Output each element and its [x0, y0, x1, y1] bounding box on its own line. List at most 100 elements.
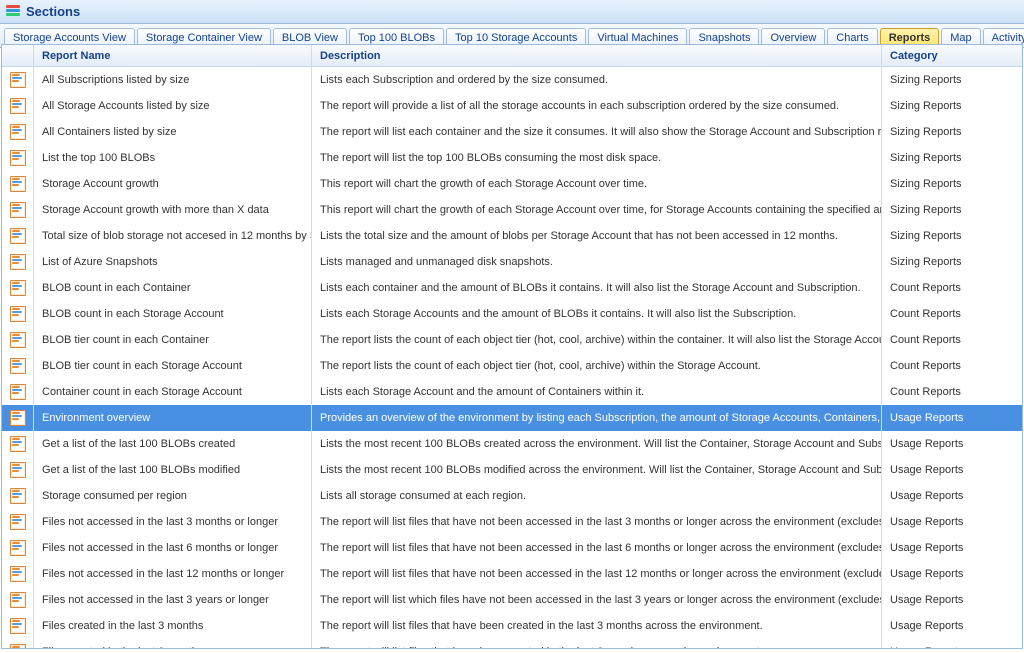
- table-row[interactable]: All Containers listed by sizeThe report …: [2, 119, 1022, 145]
- app-icon: [6, 5, 20, 19]
- table-row[interactable]: Storage consumed per regionLists all sto…: [2, 483, 1022, 509]
- table-row[interactable]: Files created in the last 6 monthsThe re…: [2, 639, 1022, 648]
- cell-category: Sizing Reports: [882, 249, 1022, 275]
- table-row[interactable]: All Storage Accounts listed by sizeThe r…: [2, 93, 1022, 119]
- cell-category: Usage Reports: [882, 483, 1022, 509]
- cell-report-name: BLOB tier count in each Storage Account: [34, 353, 312, 379]
- table-row[interactable]: BLOB count in each ContainerLists each c…: [2, 275, 1022, 301]
- cell-description: The report will list the top 100 BLOBs c…: [312, 145, 882, 171]
- cell-category: Usage Reports: [882, 587, 1022, 613]
- cell-category: Usage Reports: [882, 405, 1022, 431]
- cell-description: Lists each Storage Accounts and the amou…: [312, 301, 882, 327]
- table-row[interactable]: Environment overviewProvides an overview…: [2, 405, 1022, 431]
- cell-description: Lists each Subscription and ordered by t…: [312, 67, 882, 93]
- report-icon: [2, 145, 34, 171]
- cell-category: Usage Reports: [882, 613, 1022, 639]
- table-row[interactable]: All Subscriptions listed by sizeLists ea…: [2, 67, 1022, 93]
- cell-description: The report will list files that have bee…: [312, 639, 882, 648]
- cell-category: Usage Reports: [882, 457, 1022, 483]
- table-row[interactable]: Files not accessed in the last 3 months …: [2, 509, 1022, 535]
- cell-category: Sizing Reports: [882, 93, 1022, 119]
- cell-category: Count Reports: [882, 353, 1022, 379]
- table-row[interactable]: BLOB tier count in each Storage AccountT…: [2, 353, 1022, 379]
- report-icon: [2, 327, 34, 353]
- cell-report-name: Files created in the last 6 months: [34, 639, 312, 648]
- window-title: Sections: [26, 4, 80, 19]
- cell-report-name: Storage Account growth: [34, 171, 312, 197]
- cell-description: This report will chart the growth of eac…: [312, 171, 882, 197]
- table-row[interactable]: Total size of blob storage not accesed i…: [2, 223, 1022, 249]
- grid-header: Report Name Description Category: [2, 45, 1022, 67]
- cell-report-name: Total size of blob storage not accesed i…: [34, 223, 312, 249]
- cell-description: Lists each container and the amount of B…: [312, 275, 882, 301]
- column-header-name[interactable]: Report Name: [34, 45, 312, 66]
- report-icon: [2, 561, 34, 587]
- table-row[interactable]: Files not accessed in the last 6 months …: [2, 535, 1022, 561]
- cell-category: Usage Reports: [882, 639, 1022, 648]
- column-header-description[interactable]: Description: [312, 45, 882, 66]
- cell-category: Sizing Reports: [882, 119, 1022, 145]
- table-row[interactable]: Files not accessed in the last 12 months…: [2, 561, 1022, 587]
- table-row[interactable]: Files created in the last 3 monthsThe re…: [2, 613, 1022, 639]
- report-icon: [2, 275, 34, 301]
- report-icon: [2, 509, 34, 535]
- cell-description: The report will list files that have not…: [312, 535, 882, 561]
- cell-description: The report will list files that have not…: [312, 561, 882, 587]
- table-row[interactable]: Container count in each Storage AccountL…: [2, 379, 1022, 405]
- cell-category: Usage Reports: [882, 509, 1022, 535]
- cell-report-name: BLOB count in each Container: [34, 275, 312, 301]
- report-icon: [2, 639, 34, 648]
- cell-category: Usage Reports: [882, 561, 1022, 587]
- cell-description: The report will provide a list of all th…: [312, 93, 882, 119]
- cell-report-name: Get a list of the last 100 BLOBs created: [34, 431, 312, 457]
- cell-category: Count Reports: [882, 301, 1022, 327]
- table-row[interactable]: Storage Account growth with more than X …: [2, 197, 1022, 223]
- cell-report-name: Get a list of the last 100 BLOBs modifie…: [34, 457, 312, 483]
- table-row[interactable]: List the top 100 BLOBsThe report will li…: [2, 145, 1022, 171]
- report-icon: [2, 93, 34, 119]
- cell-category: Sizing Reports: [882, 67, 1022, 93]
- cell-report-name: Container count in each Storage Account: [34, 379, 312, 405]
- cell-report-name: Files not accessed in the last 3 months …: [34, 509, 312, 535]
- column-header-icon[interactable]: [2, 45, 34, 66]
- cell-description: Lists the total size and the amount of b…: [312, 223, 882, 249]
- table-row[interactable]: Files not accessed in the last 3 years o…: [2, 587, 1022, 613]
- table-row[interactable]: BLOB tier count in each ContainerThe rep…: [2, 327, 1022, 353]
- cell-category: Count Reports: [882, 379, 1022, 405]
- cell-description: The report will list which files have no…: [312, 587, 882, 613]
- cell-report-name: BLOB tier count in each Container: [34, 327, 312, 353]
- cell-report-name: List of Azure Snapshots: [34, 249, 312, 275]
- table-row[interactable]: List of Azure SnapshotsLists managed and…: [2, 249, 1022, 275]
- window-title-bar: Sections: [0, 0, 1024, 24]
- cell-report-name: List the top 100 BLOBs: [34, 145, 312, 171]
- table-row[interactable]: Get a list of the last 100 BLOBs created…: [2, 431, 1022, 457]
- cell-report-name: Environment overview: [34, 405, 312, 431]
- cell-report-name: Files not accessed in the last 12 months…: [34, 561, 312, 587]
- report-icon: [2, 483, 34, 509]
- cell-category: Sizing Reports: [882, 223, 1022, 249]
- cell-description: The report will list files that have not…: [312, 509, 882, 535]
- cell-category: Count Reports: [882, 327, 1022, 353]
- cell-report-name: Files created in the last 3 months: [34, 613, 312, 639]
- report-icon: [2, 197, 34, 223]
- cell-description: The report will list files that have bee…: [312, 613, 882, 639]
- cell-description: Lists managed and unmanaged disk snapsho…: [312, 249, 882, 275]
- cell-description: Lists the most recent 100 BLOBs created …: [312, 431, 882, 457]
- report-icon: [2, 223, 34, 249]
- cell-report-name: All Containers listed by size: [34, 119, 312, 145]
- table-row[interactable]: Storage Account growthThis report will c…: [2, 171, 1022, 197]
- cell-report-name: Storage Account growth with more than X …: [34, 197, 312, 223]
- cell-description: This report will chart the growth of eac…: [312, 197, 882, 223]
- grid-body[interactable]: All Subscriptions listed by sizeLists ea…: [2, 67, 1022, 648]
- report-icon: [2, 249, 34, 275]
- table-row[interactable]: Get a list of the last 100 BLOBs modifie…: [2, 457, 1022, 483]
- table-row[interactable]: BLOB count in each Storage AccountLists …: [2, 301, 1022, 327]
- cell-description: The report lists the count of each objec…: [312, 353, 882, 379]
- report-icon: [2, 171, 34, 197]
- cell-category: Usage Reports: [882, 535, 1022, 561]
- report-icon: [2, 613, 34, 639]
- cell-report-name: Storage consumed per region: [34, 483, 312, 509]
- report-icon: [2, 431, 34, 457]
- report-icon: [2, 67, 34, 93]
- column-header-category[interactable]: Category: [882, 45, 1022, 66]
